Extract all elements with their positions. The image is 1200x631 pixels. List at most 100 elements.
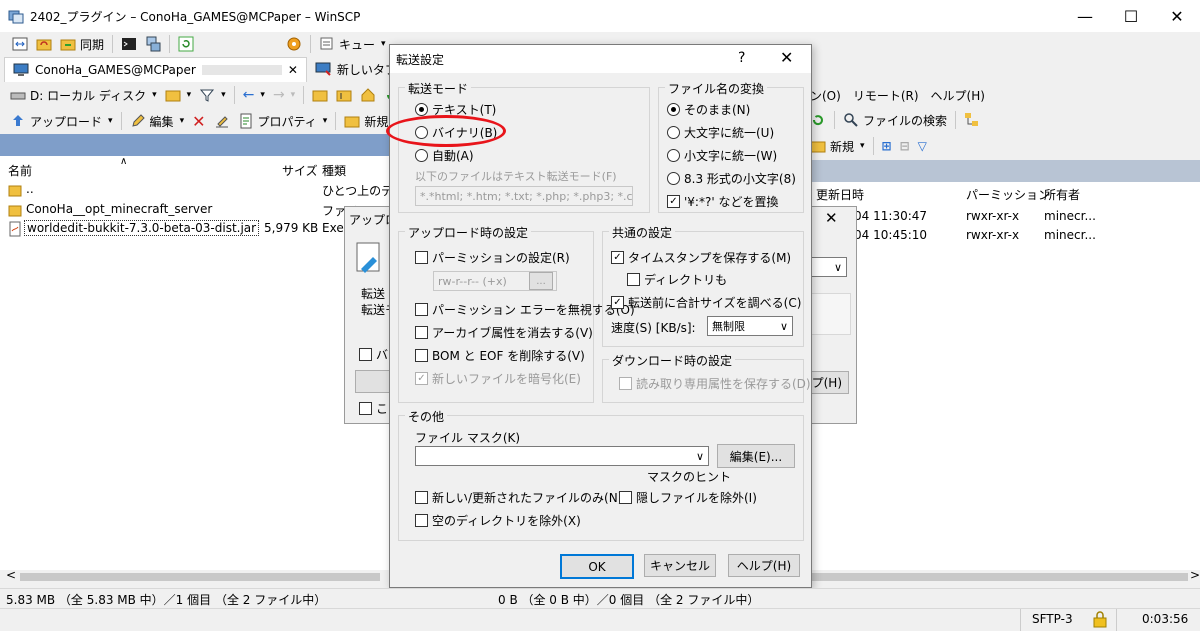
compare-icon [12,36,28,52]
home-icon [360,87,376,103]
refresh-icon [178,36,194,52]
menu-options[interactable]: ン(O) [810,87,841,104]
remote-hscrollbar[interactable]: > [810,568,1200,584]
upload-settings-group: アップロード時の設定 パーミッションの設定(R) rw-r--r-- (+x) … [398,224,635,403]
transfer-mode-group: 転送モード テキスト(T) バイナリ(B) 自動(A) 以下のファイルはテキスト… [398,80,650,213]
filename-lower83-radio[interactable]: 8.3 形式の小文字(8) [667,169,796,187]
remote-action-toolbar: ファイルの検索 [806,108,984,132]
tab-session[interactable]: ConoHa_GAMES@MCPaper ✕ [4,56,307,82]
list-item[interactable]: .. ひとつ上のディ [8,182,404,201]
dialog-close-icon[interactable]: ✕ [780,48,793,67]
column-size[interactable]: サイズ [282,162,318,179]
parent-dir-icon [8,182,22,201]
drive-select[interactable]: D: ローカル ディスク ▾ [6,84,161,106]
filter-icon: ▽ [917,139,927,153]
home-button[interactable] [356,84,380,106]
parent-dir-button[interactable] [308,84,332,106]
filename-asis-radio[interactable]: そのまま(N) [667,100,750,118]
column-type[interactable]: 種類 [322,162,346,179]
timestamp-dirs-checkbox[interactable]: ディレクトリも [627,270,727,288]
column-modified[interactable]: 更新日時 [816,186,864,203]
minimize-button[interactable]: — [1062,0,1108,32]
list-item[interactable]: worldedit-bukkit-7.3.0-beta-03-dist.jar … [8,220,388,240]
title-bar: 2402_プラグイン – ConoHa_GAMES@MCPaper – WinS… [0,0,1200,32]
table-row[interactable]: /04 11:30:47 rwxr-xr-x minecr... [850,209,1190,228]
set-permissions-checkbox[interactable]: パーミッションの設定(R) [415,248,570,266]
rename-button[interactable] [210,110,234,132]
encrypt-checkbox[interactable]: ✓ 新しいファイルを暗号化(E) [415,369,581,387]
calc-size-checkbox[interactable]: ✓ 転送前に合計サイズを調べる(C) [611,293,801,311]
open-folder-button[interactable]: ▾ [161,84,196,106]
upload-button[interactable]: アップロード ▾ [6,110,117,132]
table-row[interactable]: /04 10:45:10 rwxr-xr-x minecr... [850,228,1190,247]
file-mask-input[interactable]: ∨ [415,446,709,466]
select-minus-button[interactable]: ⊟ [896,135,914,157]
speed-select[interactable]: 無制限 ∨ [707,316,793,336]
sync-browse-button[interactable] [32,33,56,55]
remote-new-button[interactable]: 新規 ▾ [806,135,869,157]
connection-bar: SFTP-3 0:03:56 [0,608,1200,631]
refresh-button[interactable] [174,33,198,55]
cancel-button[interactable]: キャンセル [644,554,716,577]
forward-button[interactable]: → ▾ [269,84,299,106]
text-mask-input[interactable]: *.*html; *.htm; *.txt; *.php; *.php3; *.… [415,186,633,206]
select-filter-button[interactable]: ▽ [914,135,931,157]
elapsed-time: 0:03:56 [1142,612,1189,626]
local-path-bar[interactable] [0,134,394,156]
mask-hint-link[interactable]: マスクのヒント [647,467,731,485]
tree-button[interactable] [960,109,984,131]
minus-icon: ⊟ [899,139,910,153]
remote-path-bar[interactable] [805,160,1200,182]
ok-button[interactable]: OK [560,554,634,579]
plus-icon: ⊞ [881,139,892,153]
preserve-readonly-checkbox[interactable]: 読み取り専用属性を保存する(D) [619,374,811,392]
new-updated-only-checkbox[interactable]: 新しい/更新されたファイルのみ(N) [415,488,622,506]
edit-mask-button[interactable]: 編集(E)... [717,444,795,468]
back-button[interactable]: ← ▾ [239,84,269,106]
filename-upper-radio[interactable]: 大文字に統一(U) [667,123,774,141]
scroll-right-icon[interactable]: > [1190,568,1200,582]
properties-button[interactable]: プロパティ ▾ [234,110,332,132]
menu-remote[interactable]: リモート(R) [853,87,919,104]
preferences-button[interactable] [282,33,306,55]
exclude-empty-dirs-checkbox[interactable]: 空のディレクトリを除外(X) [415,511,581,529]
column-permissions[interactable]: パーミッション [966,186,1050,203]
console-button[interactable] [117,33,141,55]
filename-lower-radio[interactable]: 小文字に統一(W) [667,146,777,164]
sync-button[interactable]: 同期 [56,33,108,55]
maximize-button[interactable]: ☐ [1108,0,1154,32]
local-hscrollbar[interactable]: < [0,568,390,584]
remote-status: 0 B （全 0 B 中）／0 個目 （全 2 ファイル中） [498,593,760,607]
edit-button[interactable]: 編集 ▾ [126,110,189,132]
speed-label: 速度(S) [KB/s]: [611,320,696,335]
menu-help[interactable]: ヘルプ(H) [931,87,985,104]
upload-target-combo[interactable]: ∨ [807,257,847,277]
close-window-button[interactable]: ✕ [1154,0,1200,32]
auto-mode-radio[interactable]: 自動(A) [415,146,474,164]
list-item[interactable]: ConoHa__opt_minecraft_server ファイ [8,202,388,221]
queue-button[interactable]: キュー ▾ [315,33,390,55]
replace-chars-checkbox[interactable]: ✓ '¥:*?' などを置換 [667,192,778,210]
putty-button[interactable] [141,33,165,55]
text-mask-label: 以下のファイルはテキスト転送モード(F) [415,170,617,183]
delete-button[interactable]: ✕ [188,110,209,132]
exclude-hidden-checkbox[interactable]: 隠しファイルを除外(I) [619,488,757,506]
upload-close-icon[interactable]: ✕ [825,209,838,227]
preserve-timestamp-checkbox[interactable]: ✓ タイムスタンプを保存する(M) [611,248,791,266]
find-files-button[interactable]: ファイルの検索 [839,109,951,131]
compare-dirs-button[interactable] [8,33,32,55]
remove-bom-checkbox[interactable]: BOM と EOF を削除する(V) [415,346,585,364]
scroll-left-icon[interactable]: < [6,568,16,582]
root-dir-button[interactable] [332,84,356,106]
clear-archive-checkbox[interactable]: アーカイブ属性を消去する(V) [415,323,593,341]
pencil-icon [130,113,146,129]
permissions-button[interactable]: ... [529,272,553,290]
filter-button[interactable]: ▾ [195,84,230,106]
select-plus-button[interactable]: ⊞ [878,135,896,157]
close-tab-icon[interactable]: ✕ [288,63,298,77]
column-name[interactable]: 名前 [8,162,32,179]
search-icon [843,112,859,128]
help-button[interactable]: ヘルプ(H) [728,554,800,577]
dialog-help-icon[interactable]: ? [738,50,745,66]
column-owner[interactable]: 所有者 [1044,186,1080,203]
